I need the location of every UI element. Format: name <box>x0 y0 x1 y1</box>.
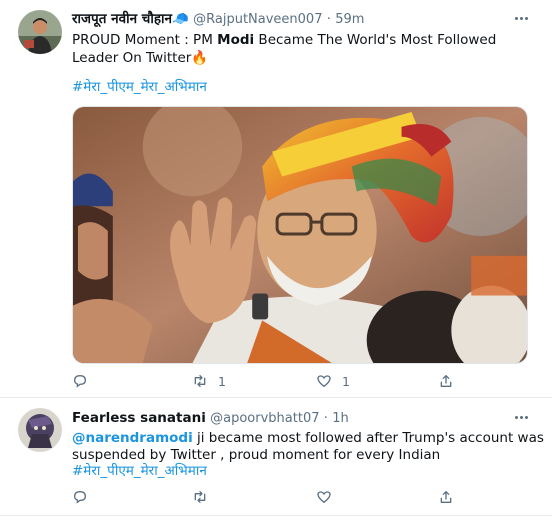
tweet-text-part: ji became most followed after Trump's ac… <box>192 430 544 446</box>
avatar[interactable] <box>18 10 62 54</box>
retweet-button[interactable]: 1 <box>192 373 226 389</box>
display-name[interactable]: राजपूत नवीन चौहान <box>72 11 172 27</box>
separator-dot: · <box>323 411 328 426</box>
retweet-count: 1 <box>218 373 226 389</box>
tweet-text: @narendramodi ji became most followed af… <box>72 429 544 447</box>
timestamp[interactable]: 59m <box>335 12 364 27</box>
mention-link[interactable]: @narendramodi <box>72 430 193 446</box>
tweet-image[interactable] <box>72 106 528 364</box>
more-icon[interactable] <box>510 9 532 27</box>
reply-button[interactable] <box>72 489 88 505</box>
reply-icon <box>73 490 87 504</box>
share-icon <box>440 375 452 387</box>
retweet-button[interactable] <box>192 489 208 505</box>
like-count: 1 <box>342 373 350 389</box>
user-handle[interactable]: @RajputNaveen007 <box>193 12 322 27</box>
timestamp[interactable]: 1h <box>332 411 349 426</box>
user-handle[interactable]: @apoorvbhatt07 <box>210 411 319 426</box>
cap-emoji: 🧢 <box>172 11 189 27</box>
retweet-icon <box>194 491 206 503</box>
share-icon <box>440 491 452 503</box>
tweet-2[interactable]: Fearless sanatani @apoorvbhatt07 · 1h @n… <box>0 398 552 520</box>
heart-icon <box>317 491 331 504</box>
like-button[interactable]: 1 <box>316 373 350 389</box>
share-button[interactable] <box>438 373 454 389</box>
tweet-actions <box>72 489 528 509</box>
divider <box>0 515 552 516</box>
tweet-text-bold: Modi <box>217 32 255 48</box>
hashtag-link[interactable]: #मेरा_पीएम_मेरा_अभिमान <box>72 462 207 480</box>
tweet-actions: 1 1 <box>72 373 528 393</box>
tweet-text-part: PROUD Moment : PM <box>72 32 218 48</box>
reply-icon <box>73 374 87 388</box>
tweet-header: Fearless sanatani @apoorvbhatt07 · 1h <box>72 409 349 428</box>
separator-dot: · <box>326 12 331 27</box>
hashtag-link[interactable]: #मेरा_पीएम_मेरा_अभिमान <box>72 78 207 96</box>
more-icon[interactable] <box>510 408 532 426</box>
share-button[interactable] <box>438 489 454 505</box>
heart-icon <box>317 375 331 388</box>
like-button[interactable] <box>316 489 332 505</box>
avatar[interactable] <box>18 408 62 452</box>
display-name[interactable]: Fearless sanatani <box>72 410 206 426</box>
tweet-header: राजपूत नवीन चौहान🧢 @RajputNaveen007 · 59… <box>72 10 364 29</box>
tweet-text: PROUD Moment : PM Modi Became The World'… <box>72 31 532 67</box>
tweet-1[interactable]: राजपूत नवीन चौहान🧢 @RajputNaveen007 · 59… <box>0 0 552 398</box>
reply-button[interactable] <box>72 373 98 389</box>
retweet-icon <box>194 375 206 387</box>
fire-emoji: 🔥 <box>191 50 209 66</box>
